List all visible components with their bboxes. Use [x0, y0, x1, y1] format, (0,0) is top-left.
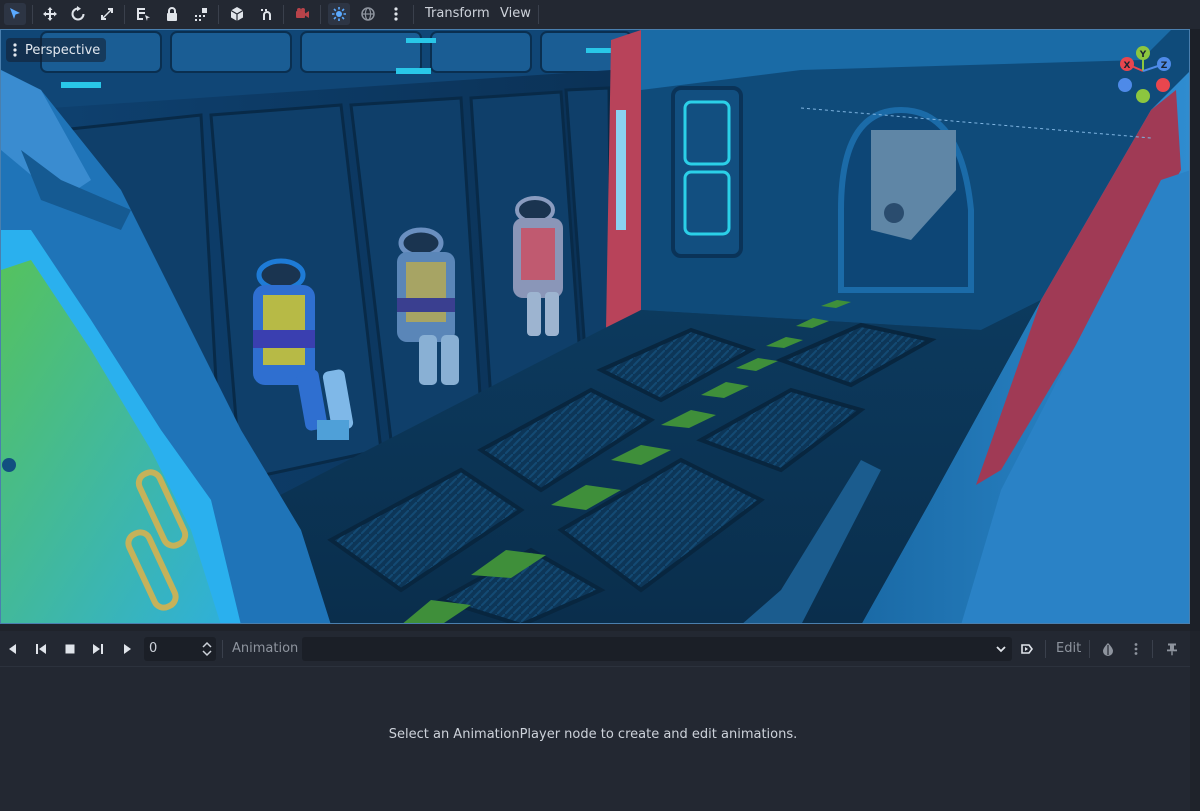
stop-icon[interactable]	[59, 638, 81, 660]
play-from-start-icon[interactable]	[87, 638, 109, 660]
play-icon[interactable]	[116, 638, 138, 660]
move-icon[interactable]	[39, 3, 61, 25]
local-space-icon[interactable]	[226, 3, 248, 25]
toolbar-separator	[222, 640, 223, 658]
animation-panel: Select an AnimationPlayer node to create…	[0, 666, 1190, 811]
pin-icon[interactable]	[1161, 638, 1183, 660]
edit-button[interactable]: Edit	[1056, 640, 1081, 658]
view-menu[interactable]: View	[500, 5, 531, 23]
onion-skin-icon[interactable]	[1097, 638, 1119, 660]
3d-viewport[interactable]: Perspective Y X Z	[0, 29, 1190, 624]
frame-value: 0	[149, 641, 158, 656]
orientation-gizmo-icon[interactable]: Y X Z	[1113, 45, 1173, 107]
toolbar-separator	[1089, 640, 1090, 658]
environment-preview-icon[interactable]	[357, 3, 379, 25]
gizmo-x-label: X	[1124, 61, 1131, 71]
animation-toolbar: 0 Animation Edit	[0, 631, 1190, 666]
animation-options-icon[interactable]	[1125, 638, 1147, 660]
select-pointer-icon[interactable]	[4, 3, 26, 25]
play-backwards-from-end-icon[interactable]	[2, 638, 24, 660]
lock-icon[interactable]	[161, 3, 183, 25]
transform-menu[interactable]: Transform	[425, 5, 490, 23]
frame-position-spinbox[interactable]: 0	[144, 637, 216, 661]
list-select-icon[interactable]	[132, 3, 154, 25]
toolbar-separator	[32, 5, 33, 24]
menu-dots-icon	[13, 43, 17, 57]
gizmo-z-label: Z	[1161, 61, 1168, 71]
play-backwards-icon[interactable]	[30, 638, 52, 660]
perspective-menu[interactable]: Perspective	[6, 38, 107, 62]
editor-toolbar: Transform View	[0, 0, 1200, 29]
toolbar-separator	[538, 5, 539, 24]
toolbar-separator	[320, 5, 321, 24]
scene-render	[1, 30, 1189, 623]
toolbar-separator	[1152, 640, 1153, 658]
spin-arrows-icon[interactable]	[202, 641, 212, 657]
chevron-down-icon	[996, 646, 1006, 653]
sun-preview-icon[interactable]	[328, 3, 350, 25]
more-options-icon[interactable]	[385, 3, 407, 25]
camera-icon[interactable]	[291, 3, 313, 25]
scale-icon[interactable]	[96, 3, 118, 25]
rotate-icon[interactable]	[67, 3, 89, 25]
snap-icon[interactable]	[255, 3, 277, 25]
animation-select[interactable]	[302, 637, 1012, 661]
empty-state-message: Select an AnimationPlayer node to create…	[388, 727, 798, 742]
right-gutter	[1190, 29, 1200, 631]
group-icon[interactable]	[190, 3, 212, 25]
toolbar-separator	[283, 5, 284, 24]
toolbar-separator	[413, 5, 414, 24]
toolbar-separator	[218, 5, 219, 24]
autoplay-icon[interactable]	[1016, 638, 1038, 660]
toolbar-separator	[1045, 640, 1046, 658]
gizmo-y-label: Y	[1139, 50, 1147, 60]
perspective-label: Perspective	[25, 42, 101, 58]
animation-label: Animation	[232, 641, 299, 656]
toolbar-separator	[124, 5, 125, 24]
